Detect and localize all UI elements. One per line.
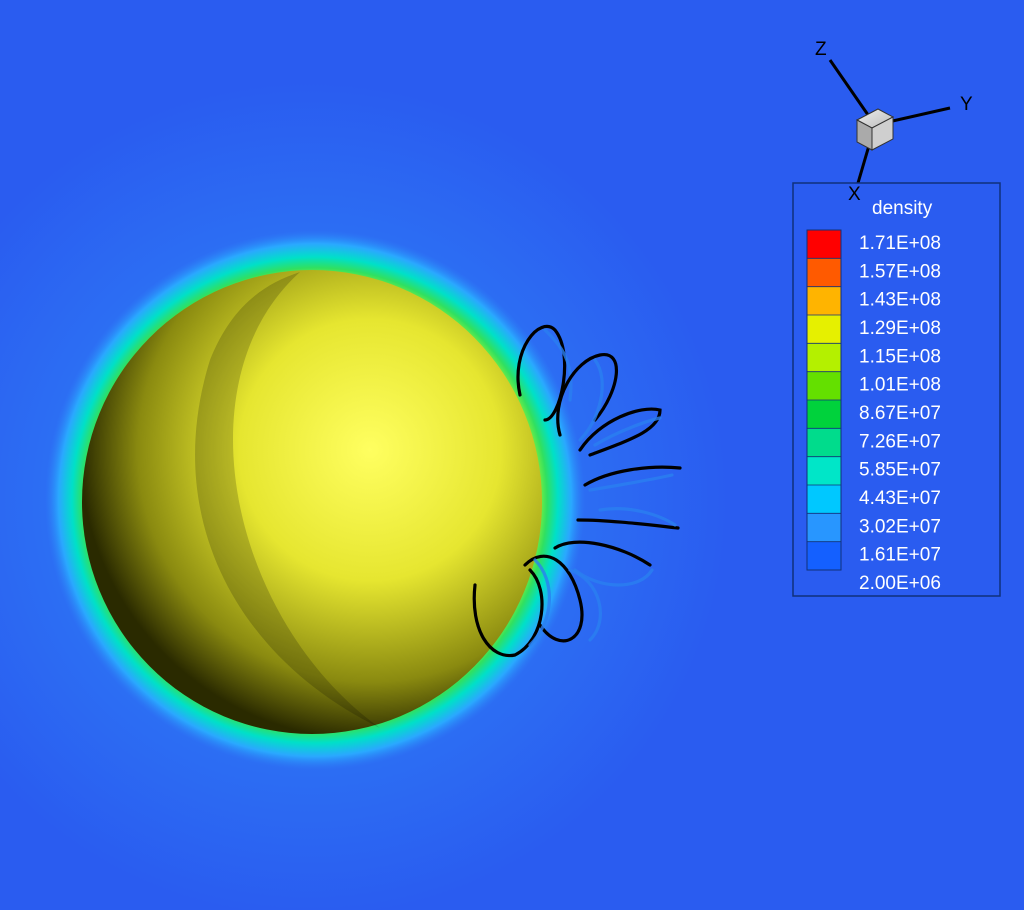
legend-level-label: 5.85E+07 [859,460,941,481]
legend-swatch [807,230,841,259]
legend-swatch [807,428,841,458]
legend-level-label: 4.43E+07 [859,488,941,509]
legend-swatch [807,456,841,486]
density-plot: Z Y X density 1.71E+08 1.57E+08 1.43E+08 1.… [0,0,1024,910]
legend-level-label: 2.00E+06 [859,573,941,594]
legend-level-label: 7.26E+07 [859,431,941,452]
legend-swatch [807,343,841,373]
legend-level-label: 1.61E+07 [859,545,941,566]
legend-swatches [806,229,842,571]
x-axis-label: X [848,184,861,205]
legend-level-label: 3.02E+07 [859,516,941,537]
legend-title: density [872,198,933,219]
legend-swatch [807,485,841,514]
z-axis-label: Z [815,39,827,60]
legend-level-label: 1.43E+08 [859,290,941,311]
legend-level-label: 1.57E+08 [859,261,941,282]
legend-swatch [807,400,841,429]
legend-swatch [807,258,841,288]
legend-level-label: 1.01E+08 [859,375,941,396]
legend-swatch [807,371,841,401]
legend-swatch [807,286,841,316]
legend-swatch [807,315,841,344]
legend-swatch [807,541,841,571]
legend-swatch [807,513,841,543]
legend-level-label: 1.71E+08 [859,233,941,254]
legend-level-label: 1.15E+08 [859,346,941,367]
y-axis-label: Y [960,94,973,115]
legend-level-label: 8.67E+07 [859,403,941,424]
legend-level-label: 1.29E+08 [859,318,941,339]
